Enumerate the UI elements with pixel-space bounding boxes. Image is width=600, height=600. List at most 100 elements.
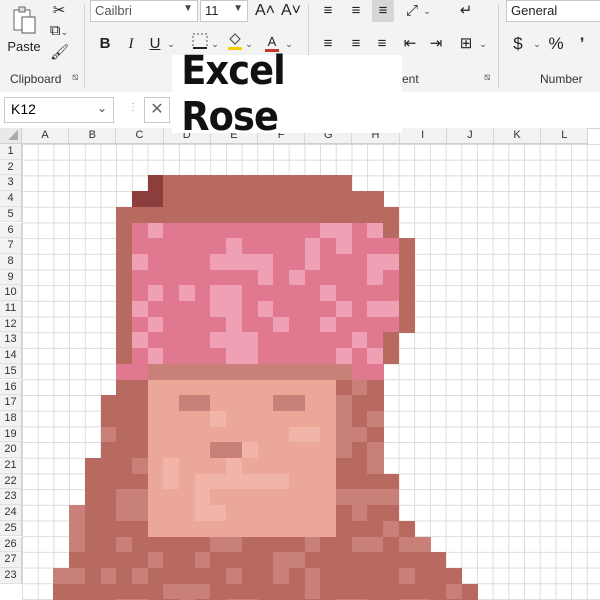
chevron-down-icon[interactable]: ⌄ bbox=[478, 33, 488, 55]
font-name-combo[interactable]: Cailbri ▼ bbox=[90, 0, 198, 22]
pixel-cell bbox=[100, 552, 117, 569]
pixel-cell bbox=[257, 583, 274, 600]
row-header[interactable]: 4 bbox=[0, 191, 22, 207]
wrap-text-icon[interactable]: ↵ bbox=[456, 0, 476, 22]
row-header[interactable]: 1 bbox=[0, 144, 22, 160]
increase-indent-icon[interactable]: ⇥ bbox=[426, 33, 446, 55]
copy-icon[interactable]: ⧉⌄ bbox=[48, 20, 70, 43]
pixel-cell bbox=[131, 191, 149, 208]
row-header[interactable]: 3 bbox=[0, 175, 22, 192]
pixel-art-rose bbox=[22, 144, 600, 600]
row-header[interactable]: 8 bbox=[0, 253, 22, 270]
bold-button[interactable]: B bbox=[96, 33, 114, 55]
pixel-cell bbox=[398, 238, 415, 255]
paste-icon[interactable] bbox=[10, 6, 38, 36]
row-header[interactable]: 22 bbox=[0, 473, 22, 490]
row-header[interactable]: 7 bbox=[0, 238, 22, 254]
pixel-cell bbox=[304, 505, 321, 522]
align-top-icon[interactable]: ≡ bbox=[318, 0, 338, 22]
comma-style-button[interactable]: ’ bbox=[574, 33, 590, 55]
row-header[interactable]: 18 bbox=[0, 410, 22, 427]
pixel-cell bbox=[383, 206, 400, 223]
pixel-cell bbox=[320, 238, 337, 255]
cut-icon[interactable]: ✂ bbox=[50, 0, 68, 22]
row-header[interactable]: 16 bbox=[0, 379, 22, 396]
row-header[interactable]: 11 bbox=[0, 301, 22, 317]
cancel-icon[interactable]: ✕ bbox=[144, 97, 170, 123]
decrease-indent-icon[interactable]: ⇤ bbox=[400, 33, 420, 55]
column-header-a[interactable]: A bbox=[22, 128, 70, 144]
chevron-down-icon[interactable]: ⌄ bbox=[166, 33, 176, 55]
pixel-cell bbox=[241, 395, 258, 412]
grow-font-button[interactable]: A˄ bbox=[254, 0, 276, 22]
row-header[interactable]: 5 bbox=[0, 206, 22, 223]
pixel-cell bbox=[257, 442, 274, 459]
column-header-c[interactable]: C bbox=[116, 128, 164, 144]
pixel-cell bbox=[304, 175, 321, 192]
font-size-combo[interactable]: 11 ▼ bbox=[200, 0, 248, 22]
pixel-cell bbox=[210, 395, 227, 412]
orientation-icon[interactable]: ⤢ bbox=[402, 0, 422, 22]
column-header-k[interactable]: K bbox=[494, 128, 542, 144]
pixel-cell bbox=[257, 489, 274, 506]
pixel-cell bbox=[304, 442, 321, 459]
pixel-cell bbox=[273, 316, 290, 333]
row-header[interactable]: 13 bbox=[0, 332, 22, 349]
row-header[interactable]: 9 bbox=[0, 269, 22, 286]
column-header-j[interactable]: J bbox=[446, 128, 494, 144]
column-header-l[interactable]: L bbox=[541, 128, 589, 144]
row-header[interactable]: 2 bbox=[0, 159, 22, 176]
pixel-cell bbox=[273, 395, 290, 412]
pixel-cell bbox=[367, 363, 384, 380]
underline-button[interactable]: U bbox=[146, 33, 164, 55]
row-header[interactable]: 21 bbox=[0, 458, 22, 474]
font-name-value: Cailbri bbox=[95, 3, 132, 18]
row-header[interactable]: 17 bbox=[0, 395, 22, 411]
italic-button[interactable]: I bbox=[122, 33, 140, 55]
row-header[interactable]: 27 bbox=[0, 552, 22, 568]
shrink-font-button[interactable]: A˅ bbox=[280, 0, 302, 22]
paste-button[interactable]: Paste bbox=[4, 36, 44, 58]
row-header[interactable]: 6 bbox=[0, 222, 22, 239]
alignment-dialog-launcher-icon[interactable]: ⧅ bbox=[484, 72, 490, 83]
pixel-cell bbox=[273, 536, 290, 553]
pixel-cell bbox=[288, 191, 306, 208]
cell-grid[interactable] bbox=[22, 144, 600, 600]
row-header[interactable]: 25 bbox=[0, 520, 22, 537]
clipboard-dialog-launcher-icon[interactable]: ⧅ bbox=[72, 72, 78, 83]
row-header[interactable]: 19 bbox=[0, 426, 22, 443]
pixel-cell bbox=[273, 505, 290, 522]
chevron-down-icon[interactable]: ⌄ bbox=[422, 0, 432, 22]
row-header[interactable]: 24 bbox=[0, 505, 22, 521]
chevron-down-icon[interactable]: ▼ bbox=[183, 3, 193, 14]
pixel-cell bbox=[147, 222, 164, 239]
column-header-b[interactable]: B bbox=[69, 128, 117, 144]
chevron-down-icon[interactable]: ⌄ bbox=[532, 33, 542, 55]
row-header[interactable]: 26 bbox=[0, 536, 22, 553]
pixel-cell bbox=[336, 379, 353, 396]
chevron-down-icon[interactable]: ▼ bbox=[233, 3, 243, 14]
row-header[interactable]: 10 bbox=[0, 285, 22, 301]
pixel-cell bbox=[84, 505, 101, 522]
format-painter-icon[interactable]: 🖌 bbox=[50, 42, 69, 64]
chevron-down-icon[interactable]: ⌄ bbox=[97, 101, 107, 115]
align-middle-icon[interactable]: ≡ bbox=[346, 0, 366, 22]
name-box[interactable]: K12 ⌄ bbox=[4, 97, 114, 123]
merge-center-icon[interactable]: ⊞ bbox=[456, 33, 476, 55]
pixel-cell bbox=[304, 489, 321, 506]
row-header[interactable]: 20 bbox=[0, 442, 22, 458]
column-header-i[interactable]: I bbox=[399, 128, 447, 144]
pixel-cell bbox=[351, 206, 368, 223]
pixel-cell bbox=[131, 489, 149, 506]
percent-button[interactable]: % bbox=[546, 33, 566, 55]
align-bottom-icon[interactable]: ≡ bbox=[372, 0, 394, 22]
row-header[interactable]: 12 bbox=[0, 316, 22, 333]
row-header[interactable]: 14 bbox=[0, 348, 22, 364]
row-header[interactable]: 23 bbox=[0, 489, 22, 506]
select-all-corner[interactable] bbox=[0, 128, 22, 144]
number-format-combo[interactable]: General bbox=[506, 0, 600, 22]
currency-button[interactable]: $ bbox=[510, 33, 526, 55]
row-header[interactable]: 23 bbox=[0, 567, 22, 584]
row-header[interactable]: 15 bbox=[0, 363, 22, 380]
pixel-cell bbox=[336, 458, 353, 475]
